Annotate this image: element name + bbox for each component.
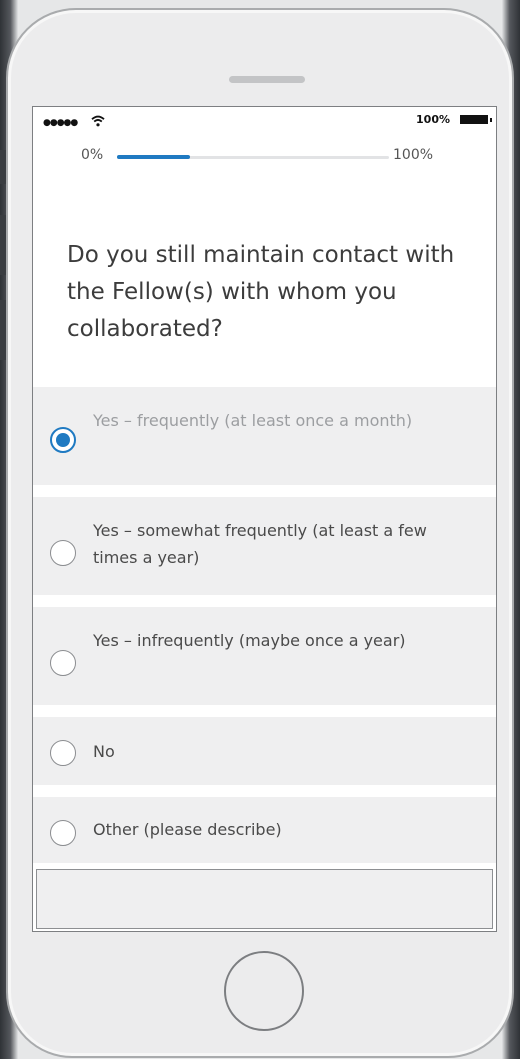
option-yes-somewhat-frequently[interactable]: Yes – somewhat frequently (at least a fe… (33, 497, 496, 595)
option-yes-infrequently[interactable]: Yes – infrequently (maybe once a year) (33, 607, 496, 705)
phone-screen: ●●●●● 100% 0% 100% Do you still maintain… (32, 106, 497, 932)
progress-end-label: 100% (393, 147, 434, 163)
option-label: Yes – somewhat frequently (at least a fe… (93, 521, 427, 567)
wifi-icon (91, 112, 105, 131)
progress-fill (117, 155, 191, 159)
radio-button[interactable] (50, 740, 76, 766)
radio-button[interactable] (50, 820, 76, 846)
radio-button-checked[interactable] (50, 427, 76, 453)
option-label: No (93, 742, 115, 761)
home-button[interactable] (224, 951, 304, 1031)
option-no[interactable]: No (33, 717, 496, 785)
progress-track (117, 155, 389, 159)
radio-button[interactable] (50, 540, 76, 566)
option-yes-frequently[interactable]: Yes – frequently (at least once a month) (33, 387, 496, 485)
option-other[interactable]: Other (please describe) (33, 797, 496, 863)
speaker-slot (229, 76, 305, 83)
radio-button[interactable] (50, 650, 76, 676)
answer-options: Yes – frequently (at least once a month)… (33, 387, 496, 875)
survey-progress: 0% 100% (33, 143, 496, 167)
question-text: Do you still maintain contact with the F… (67, 242, 455, 342)
battery-full-icon (460, 115, 492, 124)
progress-start-label: 0% (81, 147, 104, 163)
option-label: Yes – frequently (at least once a month) (93, 411, 413, 430)
signal-strength-icon: ●●●●● (43, 118, 78, 128)
battery-percent: 100% (416, 113, 450, 126)
option-label: Yes – infrequently (maybe once a year) (93, 631, 406, 650)
option-label: Other (please describe) (93, 820, 282, 839)
other-description-input[interactable] (36, 869, 493, 929)
status-bar: ●●●●● 100% (33, 107, 496, 133)
